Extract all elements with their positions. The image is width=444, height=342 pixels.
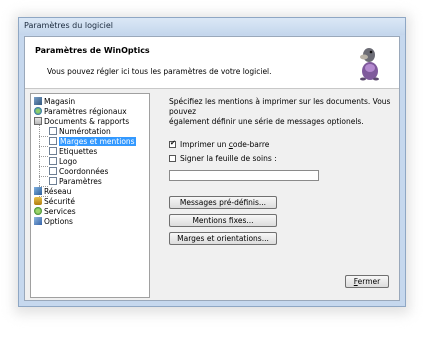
predefined-messages-button[interactable]: Messages pré-définis... [169, 196, 277, 209]
tree-guide-line [39, 136, 48, 137]
close-button[interactable]: Fermer [345, 275, 389, 288]
tree-guide-line [39, 156, 48, 157]
tree-item-documents-rapports[interactable]: Documents & rapports [34, 117, 129, 127]
documents-icon [34, 117, 42, 125]
globe-icon [34, 107, 42, 115]
lock-icon [34, 197, 42, 205]
page-icon [49, 167, 57, 175]
page-icon [49, 137, 57, 145]
header-title: Paramètres de WinOptics [35, 46, 150, 55]
page-icon [49, 127, 57, 135]
services-icon [34, 207, 42, 215]
tree-item-logo[interactable]: Logo [49, 157, 77, 167]
tree-item-coordonnees[interactable]: Coordonnées [49, 167, 108, 177]
title-bar[interactable]: Paramètres du logiciel [19, 18, 405, 35]
margins-orientation-button[interactable]: Marges et orientations... [169, 232, 277, 245]
window-title: Paramètres du logiciel [24, 21, 114, 30]
tree-item-reseau[interactable]: Réseau [34, 187, 71, 197]
tree-item-magasin[interactable]: Magasin [34, 97, 75, 107]
barcode-checkbox-label[interactable]: Imprimer un code-barre [180, 140, 269, 149]
signature-checkbox[interactable] [169, 155, 176, 162]
network-icon [34, 187, 42, 195]
tree-item-parametres[interactable]: Paramètres [49, 177, 102, 187]
signature-input[interactable] [169, 170, 319, 181]
dialog-header: Paramètres de WinOptics Vous pouvez régl… [25, 37, 399, 89]
tree-guide-line [39, 166, 48, 167]
settings-window: Paramètres du logiciel Paramètres de Win… [18, 17, 406, 307]
tree-item-options[interactable]: Options [34, 217, 73, 227]
tree-item-etiquettes[interactable]: Etiquettes [49, 147, 97, 157]
mole-mascot-icon [360, 48, 379, 81]
shop-icon [34, 97, 42, 105]
page-icon [49, 177, 57, 185]
tree-guide-line [39, 176, 48, 177]
options-icon [34, 217, 42, 225]
page-icon [49, 147, 57, 155]
settings-tree[interactable]: Magasin Paramètres régionaux Documents &… [30, 93, 150, 298]
tree-item-numerotation[interactable]: Numérotation [49, 127, 111, 137]
fixed-mentions-button[interactable]: Mentions fixes... [169, 214, 277, 227]
tree-item-securite[interactable]: Sécurité [34, 197, 75, 207]
tree-item-services[interactable]: Services [34, 207, 76, 217]
tree-item-marges-mentions[interactable]: Marges et mentions [49, 137, 136, 147]
signature-checkbox-label[interactable]: Signer la feuille de soins : [180, 154, 277, 163]
tree-item-parametres-regionaux[interactable]: Paramètres régionaux [34, 107, 127, 117]
header-subtitle: Vous pouvez régler ici tous les paramètr… [47, 67, 272, 76]
panel-description: Spécifiez les mentions à imprimer sur le… [169, 97, 391, 126]
barcode-checkbox[interactable] [169, 139, 176, 148]
tree-guide-line [39, 146, 48, 147]
page-icon [49, 157, 57, 165]
